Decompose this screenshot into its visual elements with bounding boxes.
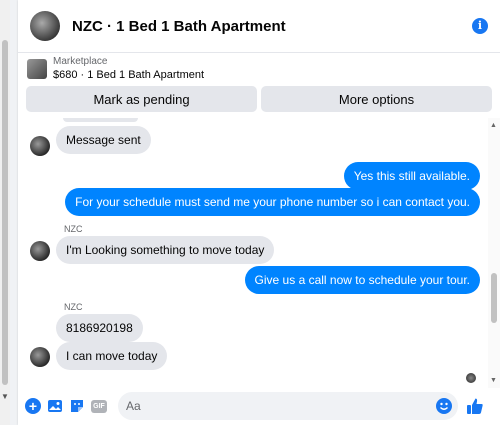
plus-glyph: +: [25, 398, 41, 414]
message-bubble-incoming: I'm Looking something to move today: [56, 236, 275, 264]
message-bubble-incoming: Message sent: [56, 126, 151, 154]
chat-title[interactable]: NZC · 1 Bed 1 Bath Apartment: [72, 18, 286, 35]
listing-summary[interactable]: Marketplace $680 · 1 Bed 1 Bath Apartmen…: [18, 53, 500, 84]
scroll-down-arrow-icon[interactable]: ▼: [1, 392, 9, 401]
sender-name: NZC: [64, 224, 83, 234]
gif-label: GIF: [91, 399, 107, 413]
message-thread: Message sent Yes this still available. F…: [18, 118, 500, 388]
thread-scrollbar[interactable]: ▲ ▼: [488, 118, 500, 388]
scroll-down-arrow-icon[interactable]: ▼: [490, 377, 497, 384]
sender-avatar: [30, 136, 50, 156]
sender-avatar: [30, 347, 50, 367]
more-options-button[interactable]: More options: [261, 86, 492, 112]
thread-scrollbar-thumb[interactable]: [491, 273, 497, 323]
message-composer: + GIF Aa: [18, 390, 500, 422]
sender-avatar: [30, 241, 50, 261]
message-bubble-outgoing: For your schedule must send me your phon…: [65, 188, 480, 216]
message-input-placeholder: Aa: [126, 399, 141, 413]
scroll-up-arrow-icon[interactable]: ▲: [490, 122, 497, 129]
page-scrollbar[interactable]: ▼: [0, 0, 10, 425]
chat-header: NZC · 1 Bed 1 Bath Apartment i: [18, 0, 500, 53]
sticker-icon[interactable]: [68, 397, 86, 415]
page-scrollbar-thumb[interactable]: [2, 40, 8, 385]
listing-source: Marketplace: [53, 56, 108, 67]
sender-name: NZC: [64, 302, 83, 312]
chat-window: NZC · 1 Bed 1 Bath Apartment i Marketpla…: [18, 0, 500, 425]
listing-price-title: $680 · 1 Bed 1 Bath Apartment: [53, 69, 205, 81]
plus-icon[interactable]: +: [24, 397, 42, 415]
previous-message-peek: [63, 118, 138, 122]
thumbs-up-icon[interactable]: [466, 397, 484, 415]
message-bubble-incoming: I can move today: [56, 342, 168, 370]
emoji-icon[interactable]: [436, 398, 452, 414]
listing-thumbnail[interactable]: [27, 58, 47, 79]
listing-actions: Mark as pending More options: [18, 84, 500, 112]
mark-as-pending-button[interactable]: Mark as pending: [26, 86, 257, 112]
info-icon[interactable]: i: [472, 18, 488, 34]
message-bubble-incoming: 8186920198: [56, 314, 143, 342]
message-input[interactable]: Aa: [118, 392, 458, 420]
gif-icon[interactable]: GIF: [90, 397, 108, 415]
message-bubble-outgoing: Give us a call now to schedule your tour…: [244, 266, 480, 294]
photo-icon[interactable]: [46, 397, 64, 415]
message-bubble-outgoing: Yes this still available.: [343, 162, 480, 190]
seen-avatar: [466, 373, 476, 383]
avatar[interactable]: [30, 11, 60, 41]
